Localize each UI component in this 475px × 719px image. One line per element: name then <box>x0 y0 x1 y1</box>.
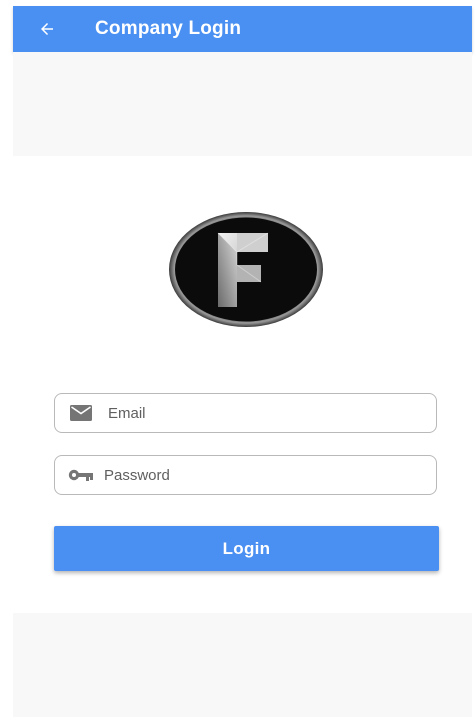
password-input[interactable] <box>104 466 404 484</box>
key-icon <box>68 465 94 485</box>
email-input[interactable] <box>108 404 408 422</box>
back-button[interactable] <box>30 12 64 46</box>
company-logo <box>169 212 323 327</box>
arrow-left-icon <box>41 23 53 35</box>
top-spacer <box>13 52 472 156</box>
app-bar: Company Login <box>13 6 472 52</box>
login-screen: Company Login Email Login <box>0 0 475 719</box>
mail-icon <box>68 403 94 423</box>
email-field[interactable] <box>54 393 437 433</box>
bottom-spacer <box>13 613 472 717</box>
page-title: Company Login <box>95 18 242 39</box>
login-button[interactable]: Login <box>54 526 439 571</box>
password-field[interactable] <box>54 455 437 495</box>
